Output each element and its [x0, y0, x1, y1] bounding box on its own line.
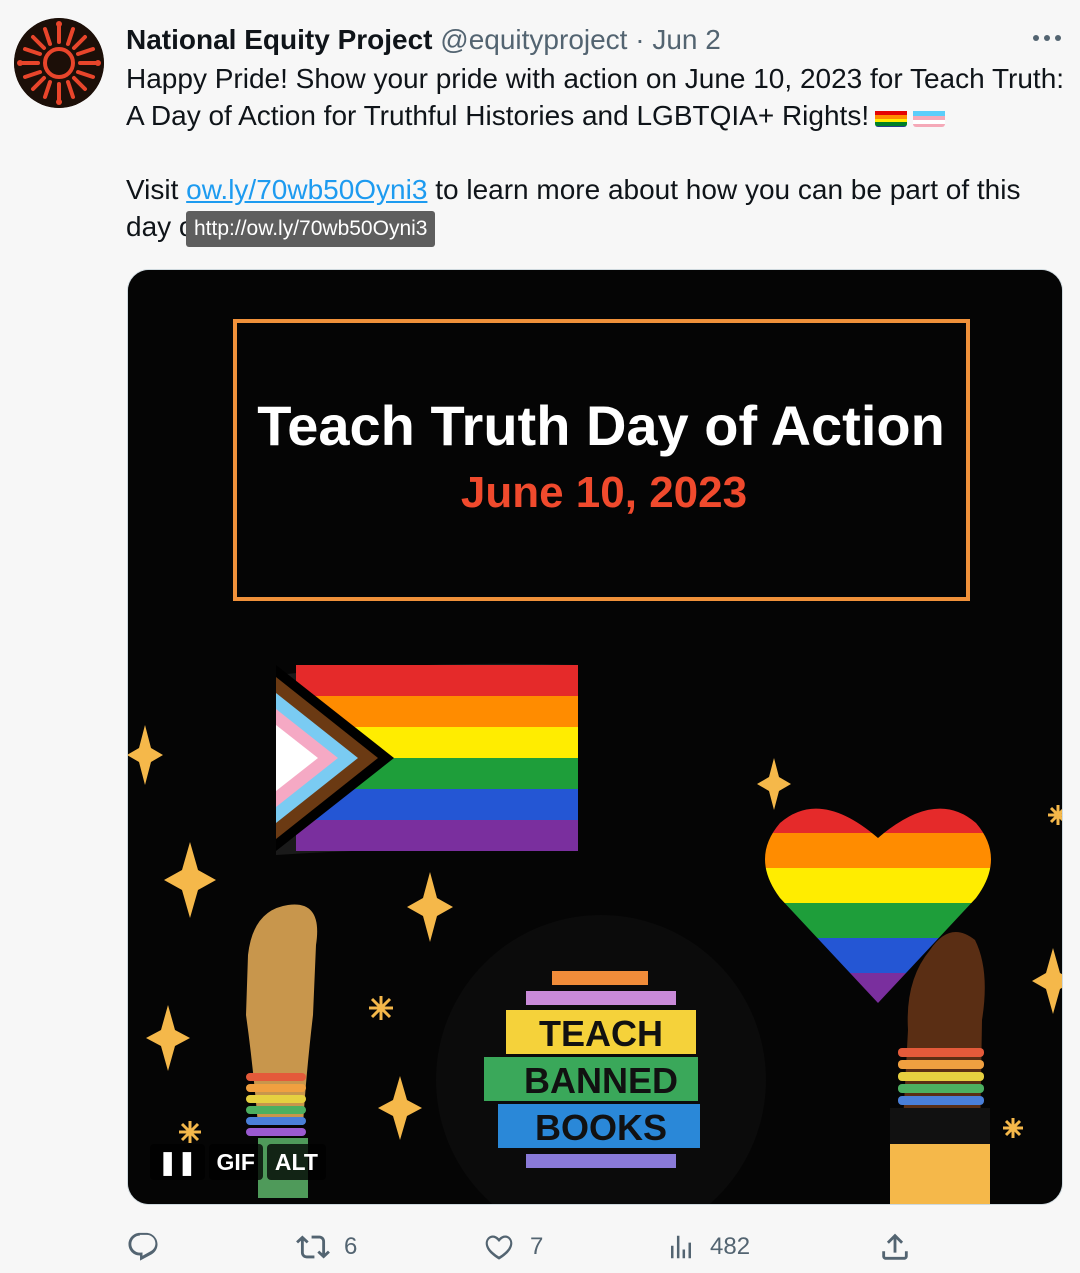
- book-banned-label: BANNED: [524, 1060, 678, 1101]
- tweet-actions: 6 7 482: [126, 1225, 916, 1269]
- like-button[interactable]: 7: [482, 1225, 543, 1269]
- tweet-header: National Equity Project @equityproject ·…: [126, 22, 1080, 58]
- tweet-text-prefix: Visit: [126, 174, 187, 205]
- poster-graphic: Teach Truth Day of Action June 10, 2023: [128, 270, 1062, 1204]
- poster-date: June 10, 2023: [461, 468, 747, 517]
- gif-badge: GIF: [208, 1144, 263, 1180]
- pride-flag-emoji: [875, 105, 908, 127]
- alt-text-button[interactable]: ALT: [266, 1144, 326, 1180]
- gif-controls: ❚❚ GIF ALT: [150, 1144, 326, 1180]
- tweet-date[interactable]: Jun 2: [652, 24, 721, 55]
- pause-button[interactable]: ❚❚: [150, 1144, 205, 1180]
- author-handle[interactable]: @equityproject: [440, 24, 627, 55]
- like-icon: [485, 1235, 513, 1260]
- views-button[interactable]: 482: [666, 1225, 750, 1269]
- tweet-media-gif[interactable]: Teach Truth Day of Action June 10, 2023: [127, 269, 1063, 1205]
- author-avatar[interactable]: [14, 18, 104, 108]
- trans-flag-emoji: [913, 105, 946, 127]
- views-count: 482: [710, 1233, 751, 1260]
- more-icon: [1033, 35, 1061, 41]
- retweet-icon: [296, 1235, 330, 1259]
- more-options-button[interactable]: [1030, 24, 1064, 52]
- share-button[interactable]: [878, 1225, 912, 1269]
- views-icon: [671, 1235, 691, 1259]
- retweet-count: 6: [344, 1233, 358, 1260]
- reply-button[interactable]: [126, 1225, 174, 1269]
- poster-title: Teach Truth Day of Action: [257, 394, 945, 457]
- sun-logo-icon: [14, 18, 104, 108]
- author-name[interactable]: National Equity Project: [126, 24, 433, 55]
- like-count: 7: [530, 1233, 544, 1260]
- share-icon: [882, 1233, 908, 1260]
- separator-dot: ·: [627, 24, 653, 55]
- reply-icon: [128, 1232, 158, 1261]
- tweet-paragraph-1: Happy Pride! Show your pride with action…: [126, 60, 1071, 134]
- retweet-button[interactable]: 6: [296, 1225, 357, 1269]
- progress-pride-flag: [276, 663, 578, 855]
- book-books-label: BOOKS: [535, 1107, 667, 1148]
- link-tooltip: http://ow.ly/70wb50Oyni3: [186, 211, 436, 247]
- tweet-link[interactable]: ow.ly/70wb50Oyni3: [186, 174, 427, 205]
- book-teach-label: TEACH: [539, 1013, 663, 1054]
